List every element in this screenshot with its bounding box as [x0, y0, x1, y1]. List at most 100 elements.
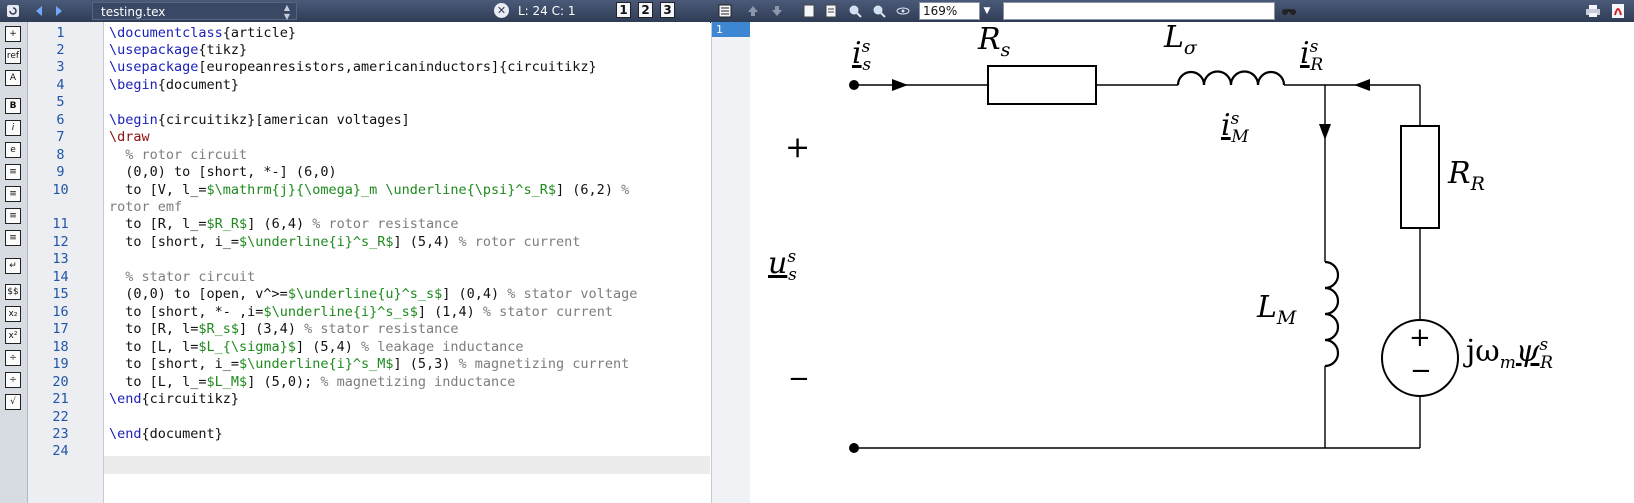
code-line[interactable]: \end{circuitikz}: [109, 390, 239, 408]
code-token: $\underline{i}^s_s$: [263, 304, 418, 320]
code-token: {document}: [141, 426, 223, 442]
line-number: 12: [52, 234, 69, 250]
font-size-button[interactable]: A: [5, 70, 21, 86]
line-number: 23: [52, 426, 69, 442]
pdf-viewer[interactable]: Rs Lσ iss isR isM RR LM uss jωmψsR + − +…: [750, 20, 1634, 503]
code-token: \usepackage: [109, 59, 199, 75]
page-number[interactable]: 1: [712, 22, 750, 37]
code-line[interactable]: (0,0) to [short, *-] (6,0): [109, 163, 336, 181]
label-lm: LM: [1257, 290, 1297, 329]
code-token: $L_M$: [206, 374, 248, 390]
code-line[interactable]: % stator circuit: [109, 268, 255, 286]
code-token: to [short, *- ,i=: [109, 304, 264, 320]
align-center-button[interactable]: ≡: [5, 186, 21, 202]
code-line[interactable]: to [short, i_=$\underline{i}^s_M$] (5,3)…: [109, 355, 629, 373]
code-token: $L_{\sigma}$: [198, 339, 296, 355]
refresh-icon[interactable]: [4, 2, 22, 20]
align-right-button[interactable]: ≡: [5, 208, 21, 224]
bold-button[interactable]: B: [5, 98, 21, 114]
code-token: to [short, i_=: [109, 356, 240, 372]
code-line[interactable]: to [L, l=$L_{\sigma}$] (5,4) % leakage i…: [109, 338, 523, 356]
code-token: to [L, l=: [109, 339, 199, 355]
math-mode-button[interactable]: $$: [5, 284, 21, 300]
view-1-button[interactable]: 1: [616, 2, 631, 18]
inductor-lm: [1324, 260, 1340, 368]
italic-button[interactable]: i: [5, 120, 21, 136]
insert-structure-button[interactable]: +: [5, 26, 21, 42]
code-line[interactable]: to [short, i_=$\underline{i}^s_R$] (5,4)…: [109, 233, 580, 251]
line-number: 15: [52, 286, 69, 302]
chevron-down-icon[interactable]: ▼: [980, 2, 994, 20]
code-line[interactable]: to [short, *- ,i=$\underline{i}^s_s$] (1…: [109, 303, 613, 321]
code-token: to [V, l_=: [109, 182, 207, 198]
down-icon[interactable]: [768, 2, 786, 20]
line-number: 4: [56, 77, 65, 93]
binoculars-icon[interactable]: [1280, 2, 1298, 20]
code-token: % magnetizing inductance: [320, 374, 516, 390]
code-line[interactable]: \end{document}: [109, 425, 223, 443]
code-line[interactable]: to [L, l_=$L_M$] (5,0); % magnetizing in…: [109, 373, 515, 391]
close-icon[interactable]: ✕: [494, 3, 509, 18]
resistor-rs: [987, 65, 1097, 105]
line-number: 14: [52, 269, 69, 285]
code-line[interactable]: (0,0) to [open, v^>=$\underline{u}^s_s$]…: [109, 285, 637, 303]
align-left-button[interactable]: ≡: [5, 164, 21, 180]
superscript-button[interactable]: x²: [5, 328, 21, 344]
terminal-top: [849, 80, 859, 90]
code-line[interactable]: \usepackage[europeanresistors,americanin…: [109, 58, 597, 76]
page-fit-icon[interactable]: [822, 2, 840, 20]
code-line[interactable]: \usepackage{tikz}: [109, 41, 247, 59]
print-icon[interactable]: [1584, 2, 1602, 20]
source-minus: −: [1410, 356, 1432, 386]
chevron-updown-icon: ▲ ▼: [283, 3, 290, 21]
dfrac-button[interactable]: ÷: [5, 372, 21, 388]
line-number: 5: [56, 94, 65, 110]
code-line[interactable]: \begin{circuitikz}[american voltages]: [109, 111, 410, 129]
ref-button[interactable]: ref: [5, 48, 21, 64]
code-line[interactable]: to [R, l=$R_s$] (3,4) % stator resistanc…: [109, 320, 459, 338]
view-2-button[interactable]: 2: [638, 2, 653, 18]
align-justify-button[interactable]: ≡: [5, 230, 21, 246]
zoom-select[interactable]: 169%: [919, 2, 980, 20]
code-token: [europeanresistors,americaninductors]{ci…: [198, 59, 597, 75]
fraction-button[interactable]: ÷: [5, 350, 21, 366]
resistor-rr: [1400, 125, 1440, 229]
code-token: ] (1,4): [417, 304, 483, 320]
label-rs: Rs: [978, 22, 1011, 61]
code-line[interactable]: \begin{document}: [109, 76, 239, 94]
emph-button[interactable]: e: [5, 142, 21, 158]
search-input[interactable]: [1003, 2, 1275, 20]
page-icon[interactable]: [800, 2, 818, 20]
code-token: % stator voltage: [507, 286, 638, 302]
newline-button[interactable]: ↵: [5, 258, 21, 274]
zoom-out-icon[interactable]: [870, 2, 888, 20]
code-line[interactable]: \draw: [109, 128, 150, 146]
line-number: 20: [52, 374, 69, 390]
code-line[interactable]: to [V, l_=$\mathrm{j}{\omega}_m \underli…: [109, 181, 629, 199]
forward-icon[interactable]: [50, 2, 68, 20]
label-emf: jωmψsR: [1466, 334, 1553, 373]
code-line[interactable]: to [R, l_=$R_R$] (6,4) % rotor resistanc…: [109, 215, 458, 233]
subscript-button[interactable]: x₂: [5, 306, 21, 322]
code-token: \end: [109, 391, 142, 407]
code-token: $\underline{u}^s_s$: [287, 286, 443, 302]
zoom-in-icon[interactable]: [846, 2, 864, 20]
code-line[interactable]: rotor emf: [109, 198, 182, 216]
list-icon[interactable]: [716, 2, 734, 20]
pdf-icon[interactable]: [1609, 2, 1627, 20]
label-plus: +: [785, 130, 811, 165]
code-token: % stator resistance: [304, 321, 459, 337]
code-token: $R_s$: [198, 321, 240, 337]
label-ir: isR: [1300, 36, 1324, 75]
label-lsigma: Lσ: [1164, 20, 1197, 59]
line-number: 16: [52, 304, 69, 320]
back-icon[interactable]: [30, 2, 48, 20]
code-line[interactable]: \documentclass{article}: [109, 24, 296, 42]
up-icon[interactable]: [744, 2, 762, 20]
view-3-button[interactable]: 3: [660, 2, 675, 18]
sqrt-button[interactable]: √: [5, 394, 21, 410]
code-line[interactable]: % rotor circuit: [109, 146, 247, 164]
fit-icon[interactable]: [894, 2, 912, 20]
file-tab-selector[interactable]: testing.tex ▲ ▼: [92, 2, 297, 21]
code-editor[interactable]: \documentclass{article} \usepackage{tikz}…: [104, 22, 710, 503]
